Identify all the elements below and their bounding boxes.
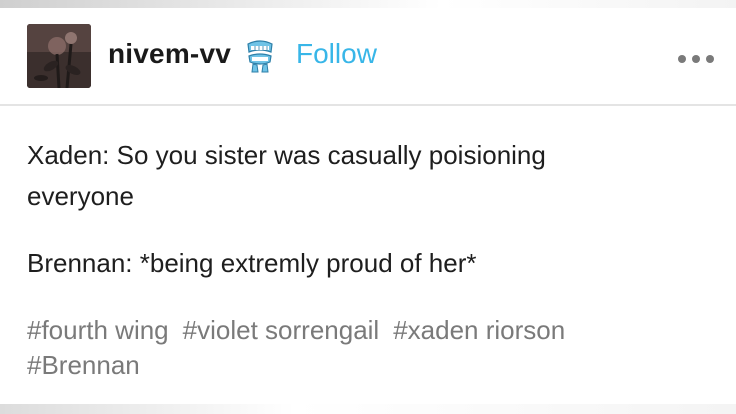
rose-avatar-icon — [27, 24, 91, 88]
tag-link[interactable]: #xaden riorson — [393, 315, 565, 345]
follow-button[interactable]: Follow — [296, 38, 377, 70]
username[interactable]: nivem-vv — [108, 38, 231, 70]
teeth-sticker-icon — [244, 38, 276, 74]
more-options-icon[interactable] — [676, 52, 716, 66]
header-divider — [0, 104, 736, 106]
avatar[interactable] — [27, 24, 91, 88]
more-dot — [678, 55, 686, 63]
bottom-edge — [0, 404, 736, 414]
tag-link[interactable]: #fourth wing — [27, 315, 169, 345]
more-dot — [706, 55, 714, 63]
post-line: everyone — [27, 181, 134, 211]
tag-link[interactable]: #Brennan — [27, 350, 140, 380]
tag-list-row-2: #Brennan — [27, 345, 154, 385]
post-line: Xaden: So you sister was casually poisio… — [27, 140, 546, 170]
tag-list: #fourth wing #violet sorrengail #xaden rio… — [27, 310, 579, 350]
top-edge — [0, 0, 736, 8]
post-header: nivem-vv Follow — [0, 8, 736, 104]
tag-link[interactable]: #violet sorrengail — [183, 315, 380, 345]
tumblr-post-screenshot: nivem-vv Follow Xaden: So you sister was… — [0, 0, 736, 414]
more-dot — [692, 55, 700, 63]
post-line: Brennan: *being extremly proud of her* — [27, 248, 477, 278]
